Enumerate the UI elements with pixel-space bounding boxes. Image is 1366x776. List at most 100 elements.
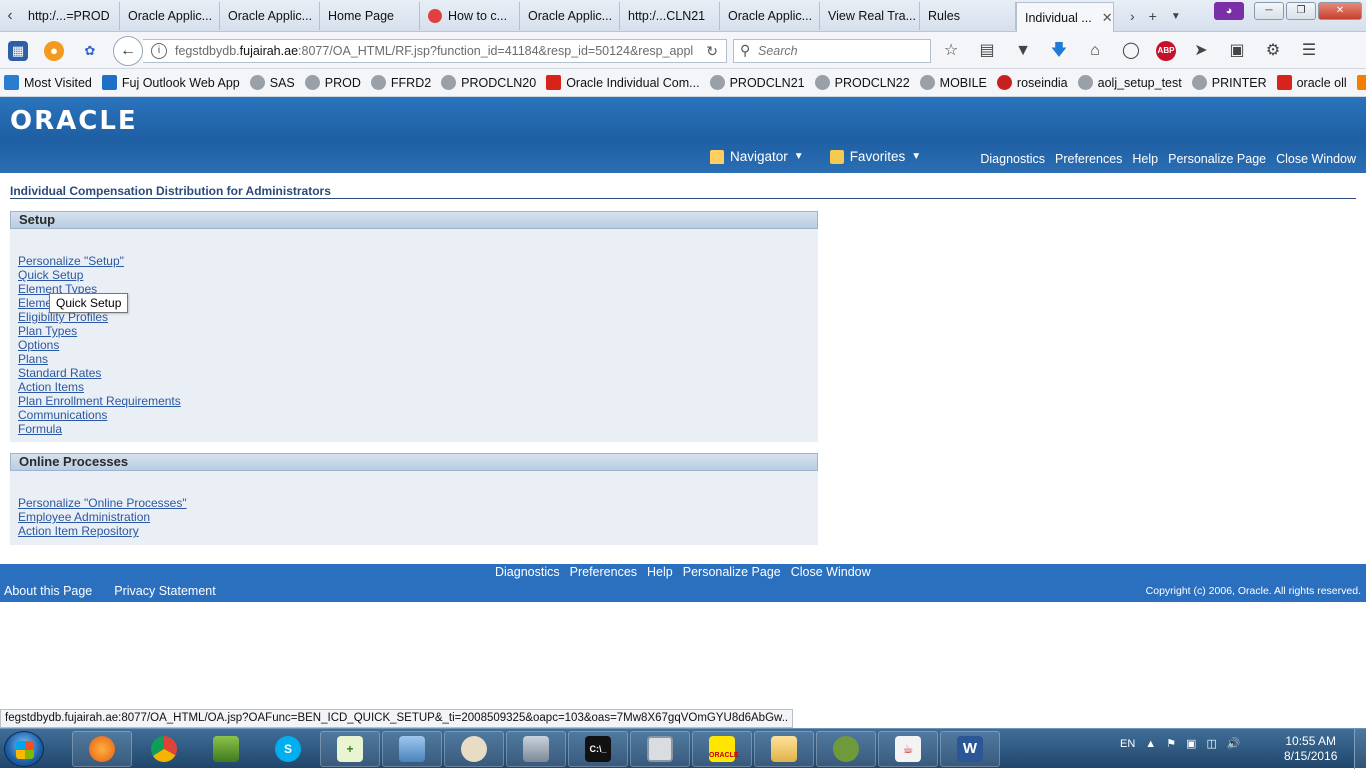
chat-icon[interactable]: ◯ [1120, 40, 1142, 62]
header-link-diagnostics[interactable]: Diagnostics [980, 152, 1045, 166]
plan-types-link[interactable]: Plan Types [18, 324, 818, 338]
taskbar-skype[interactable]: S [258, 731, 318, 767]
bookmark-item[interactable]: PRINTER [1191, 75, 1267, 90]
network-icon[interactable]: ◫ [1206, 737, 1216, 750]
quick-setup-link[interactable]: Quick Setup [18, 268, 818, 282]
taskbar-bluestacks[interactable] [196, 731, 256, 767]
browser-tab[interactable]: How to c... [420, 2, 520, 30]
language-indicator[interactable]: EN [1120, 738, 1135, 750]
device-icon[interactable]: ▣ [1186, 737, 1196, 750]
header-link-preferences[interactable]: Preferences [1055, 152, 1122, 166]
taskbar-word[interactable]: W [940, 731, 1000, 767]
taskbar-chrome[interactable] [134, 731, 194, 767]
browser-tab[interactable]: Oracle Applic... [220, 2, 320, 30]
reading-list-icon[interactable]: ▤ [976, 40, 998, 62]
spiral-addon-icon[interactable]: ✿ [80, 41, 100, 61]
browser-tab[interactable]: View Real Tra... [820, 2, 920, 30]
minimize-button[interactable]: ─ [1254, 2, 1284, 20]
restore-button[interactable]: ❐ [1286, 2, 1316, 20]
taskbar-oracle-app[interactable]: ORACLE [692, 731, 752, 767]
taskbar-explorer[interactable] [754, 731, 814, 767]
elements-link[interactable]: Elements [18, 296, 818, 310]
standard-rates-link[interactable]: Standard Rates [18, 366, 818, 380]
adblock-plus-icon[interactable]: ABP [1156, 41, 1176, 61]
taskbar-java-cup[interactable] [444, 731, 504, 767]
communications-link[interactable]: Communications [18, 408, 818, 422]
search-box[interactable]: ⚲ [733, 39, 931, 63]
navigator-menu[interactable]: Navigator ▼ [710, 149, 804, 164]
url-text[interactable]: fegstdbydb.fujairah.ae:8077/OA_HTML/RF.j… [175, 44, 695, 58]
privacy-statement-link[interactable]: Privacy Statement [114, 584, 215, 598]
close-tab-icon[interactable]: ✕ [1102, 10, 1113, 26]
personalize-setup-link[interactable]: Personalize "Setup" [18, 254, 818, 268]
url-bar[interactable]: i fegstdbydb.fujairah.ae:8077/OA_HTML/RF… [143, 39, 727, 63]
header-link-help[interactable]: Help [1132, 152, 1158, 166]
footer-link-preferences[interactable]: Preferences [570, 565, 637, 579]
bookmark-item[interactable]: FFRD2 [370, 75, 431, 90]
taskbar-network-app[interactable] [382, 731, 442, 767]
taskbar-java[interactable]: ☕ [878, 731, 938, 767]
new-tab-icon[interactable]: + [1149, 8, 1157, 24]
footer-link-close-window[interactable]: Close Window [791, 565, 871, 579]
bookmark-item[interactable]: Fuj Outlook Web App [101, 75, 240, 90]
plan-enrollment-requirements-link[interactable]: Plan Enrollment Requirements [18, 394, 818, 408]
footer-link-diagnostics[interactable]: Diagnostics [495, 565, 560, 579]
action-items-link[interactable]: Action Items [18, 380, 818, 394]
footer-link-help[interactable]: Help [647, 565, 673, 579]
bookmark-item[interactable]: aolj_setup_test [1077, 75, 1182, 90]
taskbar-chrome-window[interactable] [630, 731, 690, 767]
reload-icon[interactable]: ↻ [706, 43, 718, 60]
element-types-link[interactable]: Element Types [18, 282, 818, 296]
volume-icon[interactable]: 🔊 [1227, 737, 1241, 750]
hamburger-menu-icon[interactable]: ☰ [1298, 40, 1320, 62]
header-link-personalize-page[interactable]: Personalize Page [1168, 152, 1266, 166]
eligibility-profiles-link[interactable]: Eligibility Profiles [18, 310, 818, 324]
taskbar-toad[interactable] [816, 731, 876, 767]
show-desktop-button[interactable] [1354, 729, 1366, 769]
bookmark-item[interactable]: PRODCLN20 [441, 75, 536, 90]
employee-administration-link[interactable]: Employee Administration [18, 510, 818, 524]
bookmark-item[interactable]: PRODCLN21 [709, 75, 805, 90]
bookmark-item[interactable]: oaf [1356, 75, 1366, 90]
header-link-close-window[interactable]: Close Window [1276, 152, 1356, 166]
bookmark-item[interactable]: PRODCLN22 [814, 75, 910, 90]
bookmark-item[interactable]: PROD [304, 75, 361, 90]
options-link[interactable]: Options [18, 338, 818, 352]
sync-tool-icon[interactable]: ➤ [1190, 40, 1212, 62]
bookmark-star-icon[interactable]: ☆ [940, 40, 962, 62]
browser-tab[interactable]: Oracle Applic... [720, 2, 820, 30]
taskbar-secure-app[interactable] [506, 731, 566, 767]
browser-tab[interactable]: Rules [920, 2, 1016, 30]
home-icon[interactable]: ⌂ [1084, 40, 1106, 62]
screenshot-icon[interactable]: ▣ [1226, 40, 1248, 62]
system-clock[interactable]: 10:55 AM 8/15/2016 [1284, 734, 1337, 764]
personalize-online-processes-link[interactable]: Personalize "Online Processes" [18, 496, 818, 510]
app-grid-icon[interactable]: ▦ [8, 41, 28, 61]
browser-tab[interactable]: http:/...=PROD [20, 2, 120, 30]
search-input[interactable] [758, 43, 926, 59]
action-item-repository-link[interactable]: Action Item Repository [18, 524, 818, 538]
addon-icon[interactable]: ● [44, 41, 64, 61]
browser-tab[interactable]: http:/...CLN21 [620, 2, 720, 30]
globe-addon-icon[interactable]: ⚙ [1262, 40, 1284, 62]
browser-tab-active[interactable]: Individual ... ✕ [1016, 2, 1114, 32]
back-button[interactable]: ← [113, 36, 143, 66]
formula-link[interactable]: Formula [18, 422, 818, 436]
tab-scroll-right-icon[interactable]: › [1130, 8, 1135, 24]
browser-tab[interactable]: Home Page [320, 2, 420, 30]
favorites-menu[interactable]: Favorites ▼ [829, 149, 921, 164]
start-button[interactable] [4, 731, 44, 767]
list-all-tabs-icon[interactable]: ▼ [1171, 11, 1181, 22]
bookmark-item[interactable]: oracle oll [1276, 75, 1347, 90]
browser-tab[interactable]: Oracle Applic... [120, 2, 220, 30]
site-info-icon[interactable]: i [151, 43, 167, 59]
bookmark-item[interactable]: SAS [249, 75, 295, 90]
close-window-button[interactable]: ✕ [1318, 2, 1362, 20]
action-center-flag-icon[interactable]: ⚑ [1166, 737, 1176, 750]
pocket-icon[interactable]: ▼ [1012, 40, 1034, 62]
downloads-icon[interactable]: 🡇 [1048, 40, 1070, 62]
taskbar-notepad-plus[interactable]: + [320, 731, 380, 767]
taskbar-cmd[interactable]: C:\_ [568, 731, 628, 767]
footer-link-personalize-page[interactable]: Personalize Page [683, 565, 781, 579]
bookmark-item[interactable]: Most Visited [4, 75, 92, 90]
